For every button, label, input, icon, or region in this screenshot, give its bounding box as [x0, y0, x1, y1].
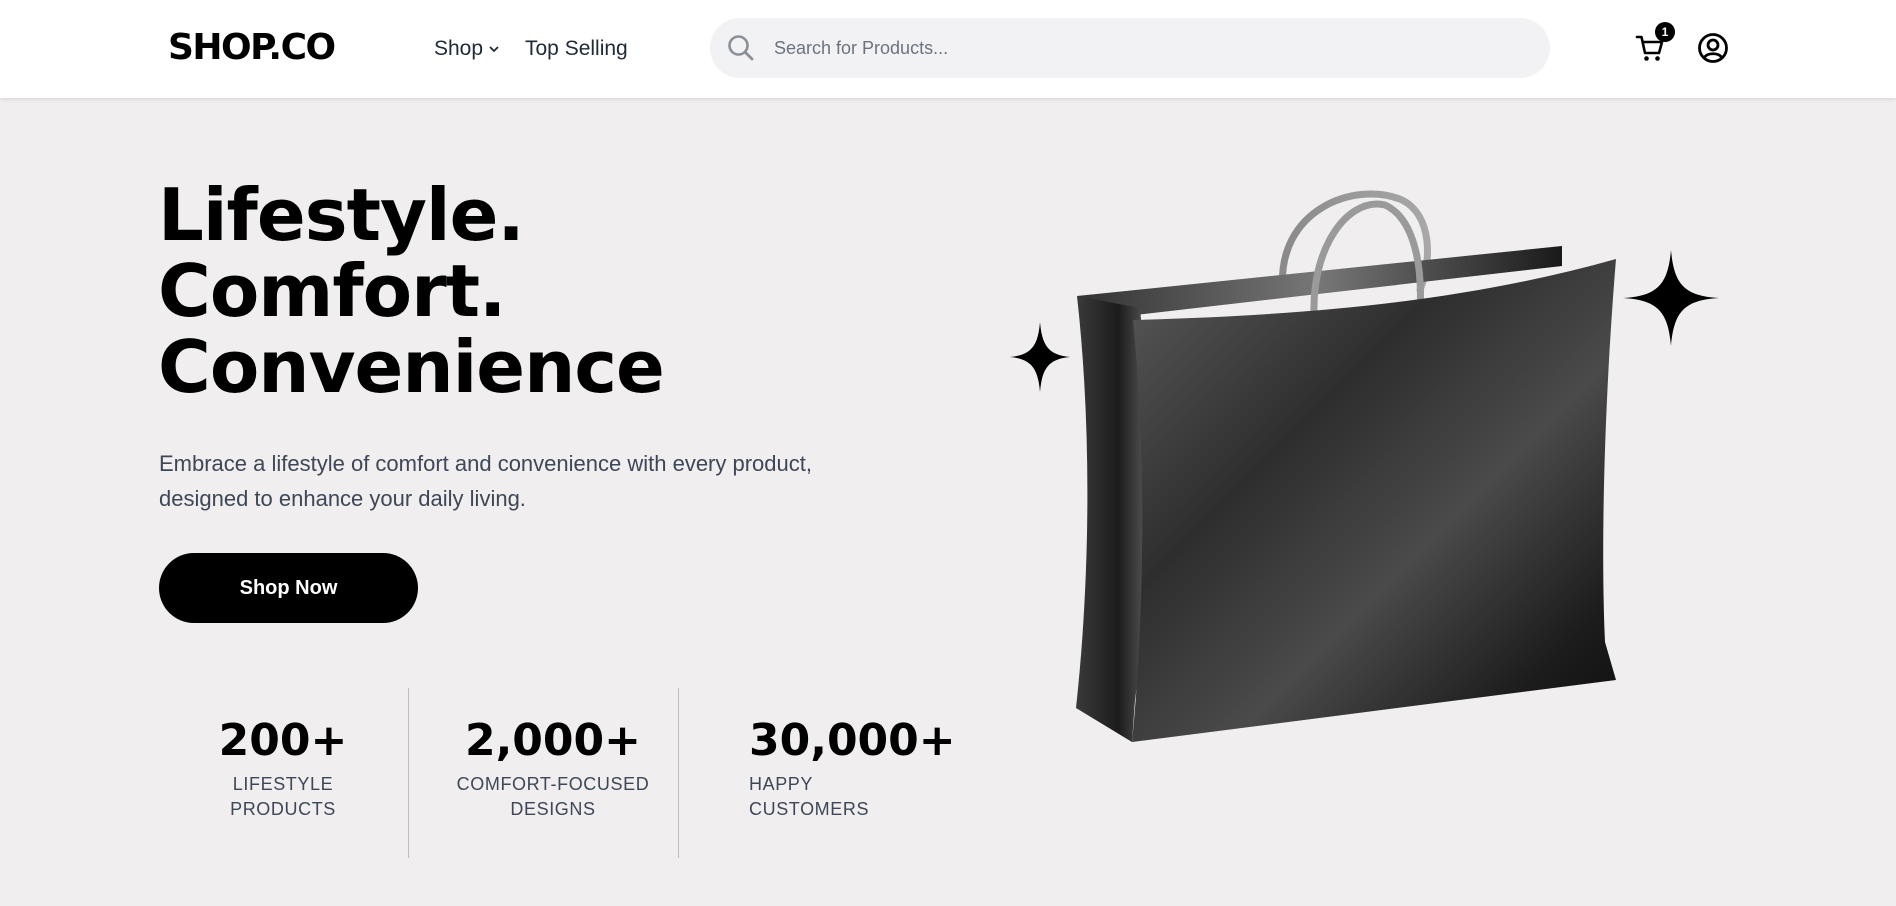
stat-lifestyle-products: 200+ LIFESTYLE PRODUCTS [198, 712, 368, 822]
search-icon[interactable] [726, 33, 756, 63]
stat-label: LIFESTYLE PRODUCTS [198, 772, 368, 822]
nav-shop-dropdown[interactable]: Shop [434, 36, 500, 62]
hero-headline: Lifestyle. Comfort. Convenience [158, 173, 665, 409]
stat-comfort-designs: 2,000+ COMFORT-FOCUSED DESIGNS [440, 712, 666, 822]
description-line: Embrace a lifestyle of comfort and conve… [159, 451, 812, 476]
stat-value: 2,000+ [464, 715, 642, 766]
nav-top-selling[interactable]: Top Selling [525, 36, 628, 62]
sparkle-icon [1623, 250, 1719, 346]
cart-count-badge: 1 [1655, 22, 1675, 42]
stat-label-line: PRODUCTS [230, 799, 336, 819]
nav-shop-label: Shop [434, 37, 484, 60]
stat-label-line: DESIGNS [510, 799, 596, 819]
site-header: SHOP.CO Shop Top Selling 1 [0, 0, 1896, 98]
bag-side [1076, 296, 1147, 742]
headline-line: Convenience [158, 325, 665, 409]
stat-label-line: LIFESTYLE [232, 774, 334, 794]
stat-label: COMFORT-FOCUSED DESIGNS [440, 772, 666, 822]
bag-front [1132, 259, 1616, 742]
stat-divider [678, 688, 679, 858]
chevron-down-icon [489, 46, 499, 52]
stat-divider [408, 688, 409, 858]
stat-value: 200+ [218, 715, 348, 766]
headline-line: Comfort. [158, 249, 506, 333]
shop-now-button[interactable]: Shop Now [159, 553, 418, 623]
description-line: designed to enhance your daily living. [159, 486, 526, 511]
stat-value: 30,000+ [749, 715, 956, 766]
headline-line: Lifestyle. [158, 173, 525, 257]
search-input[interactable] [774, 18, 1514, 78]
stat-label-line: CUSTOMERS [749, 799, 870, 819]
hero-illustration [1010, 190, 1719, 742]
site-logo[interactable]: SHOP.CO [168, 26, 336, 70]
stat-happy-customers: 30,000+ HAPPY CUSTOMERS [749, 712, 979, 822]
sparkle-icon [1010, 322, 1070, 392]
user-account-icon[interactable] [1697, 32, 1729, 64]
stat-label-line: COMFORT-FOCUSED [456, 774, 650, 794]
hero-description: Embrace a lifestyle of comfort and conve… [159, 446, 919, 516]
stat-label: HAPPY CUSTOMERS [749, 772, 979, 822]
search-bar [710, 18, 1550, 78]
stat-label-line: HAPPY [749, 774, 814, 794]
